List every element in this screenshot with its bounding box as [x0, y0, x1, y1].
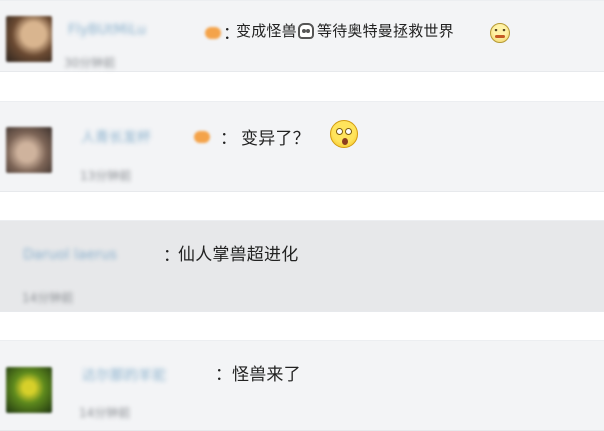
timestamp: 13分钟前 — [80, 169, 132, 183]
comment-separator: ： — [220, 129, 237, 149]
comment-card-4: 达尔那的羊驼 ： 怪兽来了 14分钟前 — [0, 340, 604, 431]
timestamp: 14分钟前 — [79, 406, 131, 420]
comment-message: 仙人掌兽超进化 — [178, 245, 299, 265]
comment-card-3: Daruol laerus ： 仙人掌兽超进化 14分钟前 — [0, 220, 604, 312]
comment-separator: ： — [215, 365, 232, 385]
comment-message: 变成怪兽 — [236, 22, 297, 40]
comment-message: 怪兽来了 — [232, 365, 301, 385]
timestamp: 14分钟前 — [22, 291, 74, 305]
username[interactable]: FlyBUtMiLu — [68, 22, 146, 38]
timestamp: 30分钟前 — [64, 56, 116, 70]
skull-icon — [298, 23, 314, 39]
comment-card-2: 人青长发杯 ： 变异了？ 13分钟前 — [0, 101, 604, 192]
username[interactable]: Daruol laerus — [23, 247, 117, 263]
username[interactable]: 达尔那的羊驼 — [82, 365, 166, 385]
surprised-face-icon — [330, 120, 358, 148]
username[interactable]: 人青长发杯 — [81, 127, 151, 147]
comment-card-1: FlyBUtMiLu ： 变成怪兽 等待奥特曼拯救世界 30分钟前 — [0, 0, 604, 72]
comment-message: 变异了？ — [241, 129, 310, 149]
nervous-face-icon — [490, 23, 510, 43]
avatar[interactable] — [6, 16, 52, 62]
comment-message-continued: 等待奥特曼拯救世界 — [317, 22, 454, 40]
badge-icon — [205, 27, 221, 39]
avatar[interactable] — [6, 127, 52, 173]
avatar[interactable] — [6, 367, 52, 413]
badge-icon — [194, 131, 210, 143]
